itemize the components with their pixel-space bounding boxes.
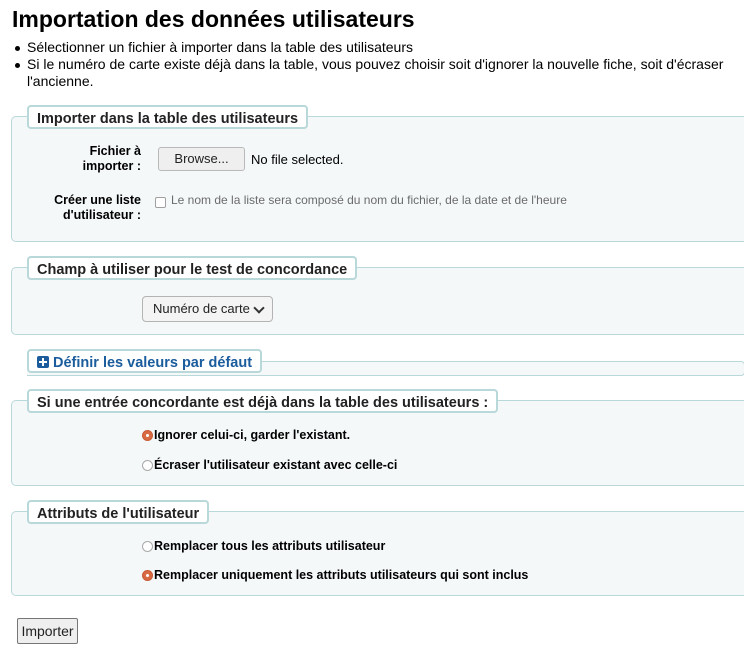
match-field-value: Numéro de carte xyxy=(153,301,250,316)
attributes-legend: Attributs de l'utilisateur xyxy=(27,500,210,524)
browse-button[interactable]: Browse... xyxy=(158,147,245,171)
file-label: Fichier à importer : xyxy=(12,144,141,174)
intro-list: Sélectionner un fichier à importer dans … xyxy=(12,39,740,90)
intro-item-select-file: Sélectionner un fichier à importer dans … xyxy=(12,39,740,56)
radio-replace-all[interactable] xyxy=(142,541,153,552)
plus-square-icon xyxy=(37,356,49,368)
create-list-label: Créer une liste d'utilisateur : xyxy=(12,193,141,223)
defaults-legend-label: Définir les valeurs par défaut xyxy=(53,355,253,371)
chevron-down-icon xyxy=(253,302,265,314)
radio-ignore[interactable] xyxy=(142,430,153,441)
radio-ignore-label: Ignorer celui-ci, garder l'existant. xyxy=(154,428,351,442)
match-legend: Champ à utiliser pour le test de concord… xyxy=(27,256,358,280)
page-title: Importation des données utilisateurs xyxy=(12,6,415,32)
import-legend: Importer dans la table des utilisateurs xyxy=(27,105,309,129)
radio-overwrite-label: Écraser l'utilisateur existant avec cell… xyxy=(154,458,398,472)
radio-replace-all-label: Remplacer tous les attributs utilisateur xyxy=(154,539,386,553)
intro-item-card-number: Si le numéro de carte existe déjà dans l… xyxy=(12,56,740,90)
file-label-line2: importer : xyxy=(82,159,141,173)
match-field-select[interactable]: Numéro de carte xyxy=(142,296,273,322)
no-file-text: No file selected. xyxy=(251,152,344,167)
import-fieldset: Importer dans la table des utilisateurs … xyxy=(11,105,744,242)
file-label-line1: Fichier à xyxy=(89,144,141,158)
radio-replace-included-label: Remplacer uniquement les attributs utili… xyxy=(154,568,529,582)
create-list-hint: Le nom de la liste sera composé du nom d… xyxy=(171,193,567,207)
existing-legend: Si une entrée concordante est déjà dans … xyxy=(27,389,499,413)
create-list-checkbox[interactable] xyxy=(155,197,166,208)
attributes-fieldset: Attributs de l'utilisateur Remplacer tou… xyxy=(11,500,744,596)
radio-replace-included[interactable] xyxy=(142,570,153,581)
radio-overwrite[interactable] xyxy=(142,460,153,471)
import-submit-button[interactable]: Importer xyxy=(17,618,78,644)
match-fieldset: Champ à utiliser pour le test de concord… xyxy=(11,256,744,335)
existing-fieldset: Si une entrée concordante est déjà dans … xyxy=(11,389,744,486)
create-list-label-line1: Créer une liste xyxy=(54,193,141,207)
defaults-toggle-link[interactable]: Définir les valeurs par défaut xyxy=(27,349,263,373)
create-list-label-line2: d'utilisateur : xyxy=(63,208,141,222)
